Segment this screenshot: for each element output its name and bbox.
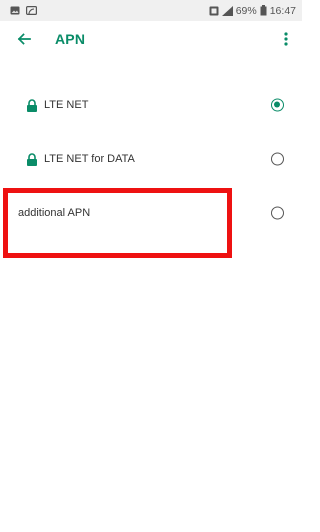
- signal-icon: [221, 5, 233, 16]
- clock: 16:47: [269, 4, 296, 17]
- apn-label: LTE NET for DATA: [44, 153, 135, 165]
- apn-radio-selected[interactable]: [271, 98, 284, 112]
- apn-row-lte-net[interactable]: LTE NET: [0, 78, 302, 132]
- lock-icon: [25, 98, 39, 112]
- battery-percent: 69%: [235, 4, 257, 17]
- image-icon: [10, 6, 20, 15]
- apn-row-additional-apn[interactable]: additional APN: [0, 186, 302, 240]
- apn-label: additional APN: [18, 207, 91, 219]
- apn-list: LTE NET LTE NET for DATA additional APN: [0, 78, 302, 240]
- page-title: APN: [55, 31, 86, 47]
- more-vertical-icon[interactable]: [281, 29, 291, 49]
- battery-icon: [260, 5, 267, 16]
- cast-icon: [26, 6, 37, 15]
- apn-label: LTE NET: [44, 99, 89, 111]
- back-arrow-icon[interactable]: [13, 28, 35, 50]
- apn-radio[interactable]: [271, 152, 284, 166]
- status-left: [0, 6, 37, 15]
- status-bar: 69% 16:47: [0, 0, 302, 21]
- lock-icon: [25, 152, 39, 166]
- apn-row-lte-net-for-data[interactable]: LTE NET for DATA: [0, 132, 302, 186]
- nfc-icon: [209, 6, 219, 16]
- status-right: 69% 16:47: [209, 5, 302, 17]
- apn-radio[interactable]: [271, 206, 284, 220]
- app-bar: APN: [0, 21, 302, 57]
